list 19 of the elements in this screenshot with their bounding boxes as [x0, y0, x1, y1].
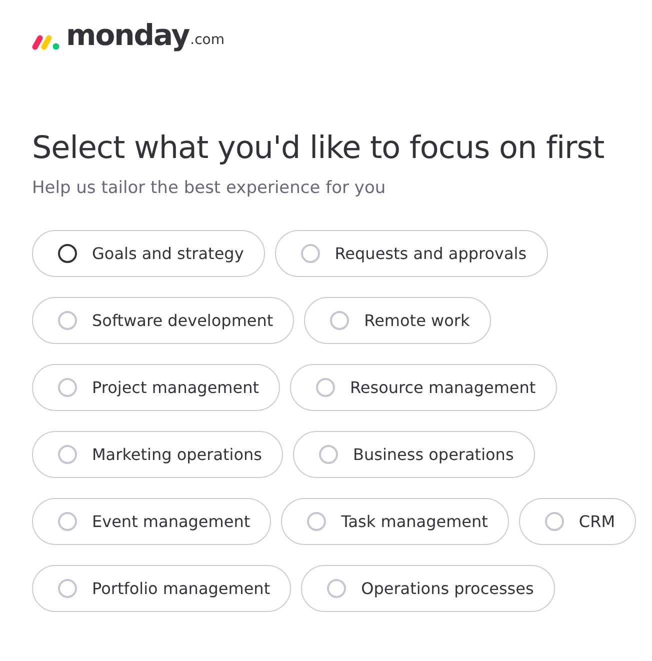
option-chip[interactable]: Requests and approvals	[274, 230, 548, 277]
logo-suffix: .com	[190, 31, 224, 50]
option-chip[interactable]: Operations processes	[301, 565, 555, 612]
option-chip[interactable]: CRM	[518, 498, 636, 545]
logo-wordmark: monday	[66, 20, 190, 50]
option-chip[interactable]: Marketing operations	[32, 431, 283, 478]
option-chip[interactable]: Remote work	[304, 297, 491, 344]
option-chip[interactable]: Project management	[32, 364, 280, 411]
option-chip[interactable]: Event management	[32, 498, 272, 545]
page-heading: Select what you'd like to focus on first	[32, 130, 606, 166]
option-chip[interactable]: Software development	[32, 297, 294, 344]
option-chip[interactable]: Portfolio management	[32, 565, 292, 612]
logo-icon	[32, 34, 60, 50]
option-chip[interactable]: Task management	[281, 498, 509, 545]
radio-button[interactable]	[58, 244, 77, 263]
option-chip[interactable]: Goals and strategy	[32, 230, 265, 277]
page-subheading: Help us tailor the best experience for you	[32, 178, 387, 198]
option-chip[interactable]: Resource management	[290, 364, 557, 411]
option-chip[interactable]: Business operations	[292, 431, 535, 478]
